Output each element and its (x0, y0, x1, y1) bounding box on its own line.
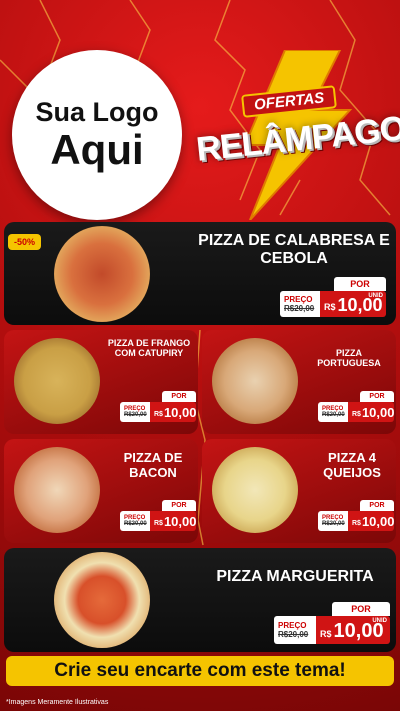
product-card-frango[interactable]: PIZZA DE FRANGO COM CATUPIRY PREÇO R$20,… (4, 330, 198, 434)
product-title: PIZZA DE BACON (123, 450, 183, 480)
old-price: R$20,00 (284, 304, 315, 313)
price-tag: PREÇO R$20,00 POR R$ 10,00 (318, 391, 395, 422)
product-title: PIZZA PORTUGUESA (317, 348, 381, 369)
old-price: R$20,00 (124, 412, 147, 418)
old-price: R$20,00 (322, 521, 345, 527)
pizza-portuguesa-image (212, 338, 298, 424)
old-price: R$20,00 (124, 521, 147, 527)
currency-symbol: R$ (352, 411, 361, 418)
logo-text-line1: Sua Logo (35, 97, 159, 128)
disclaimer-text: *Imagens Meramente Ilustrativas (6, 699, 109, 706)
pizza-bacon-image (14, 447, 100, 533)
unit-label: UNID (368, 293, 383, 299)
product-card-4-queijos[interactable]: PIZZA 4 QUEIJOS PREÇO R$20,00 POR R$ 10,… (202, 439, 396, 543)
currency-symbol: R$ (324, 302, 336, 312)
price-value: 10,00 (361, 405, 395, 420)
product-title: PIZZA DE FRANGO COM CATUPIRY (107, 338, 191, 359)
currency-symbol: R$ (320, 629, 332, 639)
product-card-bacon[interactable]: PIZZA DE BACON PREÇO R$20,00 POR R$ 10,0… (4, 439, 198, 543)
por-label: POR (162, 391, 196, 402)
unit-label: UNID (372, 618, 387, 624)
price-tag: PREÇO R$20,00 POR R$ 10,00 UNID (280, 277, 386, 317)
price-value: 10,00 (163, 514, 197, 529)
currency-symbol: R$ (154, 520, 163, 527)
por-label: POR (360, 391, 394, 402)
por-label: POR (332, 602, 390, 616)
por-label: POR (334, 277, 386, 291)
product-card-portuguesa[interactable]: PIZZA PORTUGUESA PREÇO R$20,00 POR R$ 10… (202, 330, 396, 434)
price-tag: PREÇO R$20,00 POR R$ 10,00 (318, 500, 395, 531)
logo-text-line2: Aqui (50, 125, 144, 173)
ofertas-relampago-brand: OFERTAS RELÂMPAGO (190, 50, 400, 220)
product-title: PIZZA DE CALABRESA E CEBOLA (198, 232, 390, 268)
price-value: 10,00 (361, 514, 395, 529)
currency-symbol: R$ (352, 520, 361, 527)
pizza-4-queijos-image (212, 447, 298, 533)
preco-label: PREÇO (278, 621, 307, 630)
old-price: R$20,00 (322, 412, 345, 418)
logo-placeholder[interactable]: Sua Logo Aqui (12, 50, 182, 220)
price-tag: PREÇO R$20,00 POR R$ 10,00 UNID (274, 602, 390, 644)
preco-label: PREÇO (284, 295, 313, 304)
pizza-frango-image (14, 338, 100, 424)
discount-badge: -50% (8, 234, 42, 250)
currency-symbol: R$ (154, 411, 163, 418)
price-value: 10,00 (163, 405, 197, 420)
price-tag: PREÇO R$20,00 POR R$ 10,00 (120, 500, 197, 531)
product-card-marguerita[interactable]: PIZZA MARGUERITA PREÇO R$20,00 POR R$ 10… (4, 548, 396, 652)
product-title: PIZZA 4 QUEIJOS (323, 450, 381, 480)
product-title: PIZZA MARGUERITA (216, 568, 374, 585)
product-card-calabresa[interactable]: -50% PIZZA DE CALABRESA E CEBOLA PREÇO R… (4, 222, 396, 325)
por-label: POR (162, 500, 196, 511)
por-label: POR (360, 500, 394, 511)
price-tag: PREÇO R$20,00 POR R$ 10,00 (120, 391, 197, 422)
cta-banner[interactable]: Crie seu encarte com este tema! (6, 656, 394, 686)
pizza-marguerita-image (54, 552, 150, 648)
old-price: R$20,00 (278, 630, 309, 639)
pizza-calabresa-image (54, 226, 150, 322)
